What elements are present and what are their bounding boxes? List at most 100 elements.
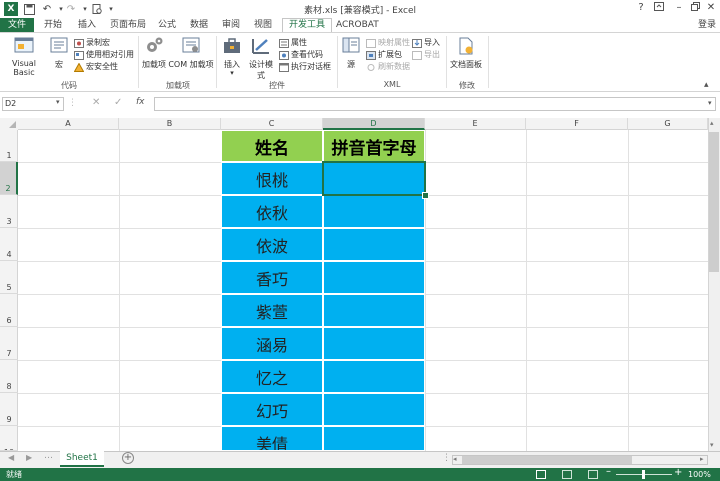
enter-icon[interactable]: ✓ xyxy=(114,97,122,108)
scroll-left-icon[interactable]: ◂ xyxy=(453,455,457,463)
row-header-4[interactable]: 4 xyxy=(0,228,18,261)
page-layout-view-icon[interactable] xyxy=(562,470,572,479)
tab-developer[interactable]: 开发工具 xyxy=(282,18,332,32)
cell-c4[interactable]: 依波 xyxy=(221,228,323,261)
tab-splitter-icon[interactable]: ⋮ xyxy=(442,453,451,463)
close-button[interactable]: ✕ xyxy=(702,2,720,16)
export-button[interactable]: 导出 xyxy=(412,49,444,61)
row-header-3[interactable]: 3 xyxy=(0,195,18,228)
cell-c9[interactable]: 幻巧 xyxy=(221,393,323,426)
collapse-ribbon-icon[interactable]: ▴ xyxy=(704,80,709,90)
tab-file[interactable]: 文件 xyxy=(0,18,34,32)
cell-c6[interactable]: 紫萱 xyxy=(221,294,323,327)
row-header-8[interactable]: 8 xyxy=(0,360,18,393)
column-header-b[interactable]: B xyxy=(119,118,221,130)
sheet-tab-sheet1[interactable]: Sheet1 xyxy=(60,451,104,467)
tab-data[interactable]: 数据 xyxy=(186,18,212,32)
normal-view-icon[interactable] xyxy=(536,470,546,479)
row-header-6[interactable]: 6 xyxy=(0,294,18,327)
cell-d6[interactable] xyxy=(323,294,425,327)
help-button[interactable]: ? xyxy=(632,2,650,16)
tab-acrobat[interactable]: ACROBAT xyxy=(336,18,379,32)
column-header-a[interactable]: A xyxy=(18,118,119,130)
zoom-out-button[interactable]: – xyxy=(606,466,611,477)
ribbon-display-icon[interactable] xyxy=(650,2,668,16)
next-sheet-icon[interactable]: ▶ xyxy=(26,453,32,462)
cell-c5[interactable]: 香巧 xyxy=(221,261,323,294)
tab-home[interactable]: 开始 xyxy=(40,18,66,32)
scroll-down-icon[interactable]: ▾ xyxy=(710,441,714,449)
row-header-7[interactable]: 7 xyxy=(0,327,18,360)
document-panel-button[interactable]: 文档面板 xyxy=(448,36,484,70)
scroll-up-icon[interactable]: ▴ xyxy=(710,119,714,127)
cell-d1-header[interactable]: 拼音首字母 xyxy=(323,130,425,162)
cell-d4[interactable] xyxy=(323,228,425,261)
cancel-icon[interactable]: ✕ xyxy=(92,97,100,108)
column-header-e[interactable]: E xyxy=(425,118,526,130)
cell-c3[interactable]: 依秋 xyxy=(221,195,323,228)
view-code-button[interactable]: 查看代码 xyxy=(279,49,335,61)
row-header-2[interactable]: 2 xyxy=(0,162,18,195)
row-header-5[interactable]: 5 xyxy=(0,261,18,294)
tab-page-layout[interactable]: 页面布局 xyxy=(108,18,148,32)
tab-insert[interactable]: 插入 xyxy=(74,18,100,32)
cell-d7[interactable] xyxy=(323,327,425,360)
previous-sheet-icon[interactable]: ◀ xyxy=(8,453,14,462)
active-cell-border xyxy=(322,161,426,196)
tab-review[interactable]: 审阅 xyxy=(218,18,244,32)
vertical-scroll-thumb[interactable] xyxy=(709,132,719,272)
column-header-f[interactable]: F xyxy=(526,118,628,130)
expansion-pack-button[interactable]: 扩展包 xyxy=(366,49,410,61)
cell-c10[interactable]: 美倩 xyxy=(221,426,323,451)
row-header-1[interactable]: 1 xyxy=(0,130,18,162)
insert-control-button[interactable]: 插入 ▾ xyxy=(220,36,244,77)
column-header-d[interactable]: D xyxy=(323,118,425,130)
page-break-view-icon[interactable] xyxy=(588,470,598,479)
macro-security-button[interactable]: 宏安全性 xyxy=(73,61,136,73)
addins-button[interactable]: 加载项 xyxy=(140,36,168,70)
formula-input[interactable] xyxy=(154,97,716,111)
cell-d8[interactable] xyxy=(323,360,425,393)
design-mode-button[interactable]: 设计模式 xyxy=(246,36,276,81)
expand-formula-bar-icon[interactable]: ▾ xyxy=(708,99,712,107)
fill-handle[interactable] xyxy=(422,192,429,199)
record-macro-button[interactable]: 录制宏 xyxy=(74,37,136,49)
add-sheet-icon[interactable]: + xyxy=(122,452,134,464)
insert-function-button[interactable]: fx xyxy=(136,97,145,107)
xml-source-button[interactable]: 源 xyxy=(340,36,362,70)
cell-c2[interactable]: 恨桃 xyxy=(221,162,323,195)
sign-in-link[interactable]: 登录 xyxy=(698,18,716,32)
relative-reference-button[interactable]: 使用相对引用 xyxy=(74,49,136,61)
scroll-right-icon[interactable]: ▸ xyxy=(700,455,704,463)
run-dialog-button[interactable]: 执行对话框 xyxy=(279,61,335,73)
cell-c7[interactable]: 涵易 xyxy=(221,327,323,360)
visual-basic-button[interactable]: Visual Basic xyxy=(2,36,46,77)
expansion-pack-label: 扩展包 xyxy=(378,50,402,59)
more-sheets-icon[interactable]: … xyxy=(44,451,53,461)
cell-d10[interactable] xyxy=(323,426,425,451)
cell-c1-header[interactable]: 姓名 xyxy=(221,130,323,162)
macro-button[interactable]: 宏 xyxy=(48,36,70,70)
refresh-data-button[interactable]: 刷新数据 xyxy=(366,61,410,73)
cell-c8[interactable]: 忆之 xyxy=(221,360,323,393)
name-box[interactable]: D2 xyxy=(2,97,64,111)
row-header-9[interactable]: 9 xyxy=(0,393,18,426)
import-button[interactable]: 导入 xyxy=(412,37,444,49)
com-addins-button[interactable]: COM 加载项 xyxy=(168,36,214,70)
select-all-button[interactable] xyxy=(0,118,18,130)
row-header-10[interactable]: 10 xyxy=(0,426,18,451)
zoom-slider-thumb[interactable] xyxy=(642,470,645,479)
cell-d9[interactable] xyxy=(323,393,425,426)
map-properties-button[interactable]: 映射属性 xyxy=(366,37,410,49)
cell-d5[interactable] xyxy=(323,261,425,294)
tab-formulas[interactable]: 公式 xyxy=(154,18,180,32)
horizontal-scroll-thumb[interactable] xyxy=(462,456,632,464)
zoom-level[interactable]: 100% xyxy=(688,468,711,481)
column-header-g[interactable]: G xyxy=(628,118,708,130)
zoom-in-button[interactable]: + xyxy=(674,467,682,478)
properties-button[interactable]: 属性 xyxy=(279,37,335,49)
cell-d3[interactable] xyxy=(323,195,425,228)
tab-view[interactable]: 视图 xyxy=(250,18,276,32)
column-header-c[interactable]: C xyxy=(221,118,323,130)
name-box-dropdown-icon[interactable]: ▾ xyxy=(56,98,60,106)
